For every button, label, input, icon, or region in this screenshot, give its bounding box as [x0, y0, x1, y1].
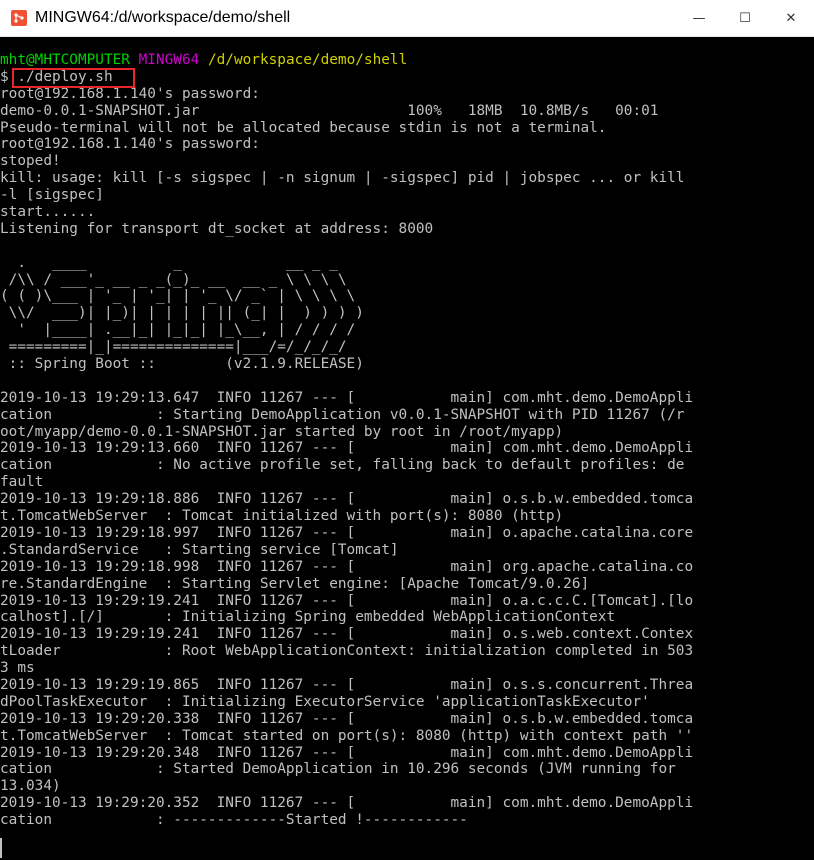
terminal-line: re.StandardEngine : Starting Servlet eng… — [0, 575, 590, 592]
terminal-line: \\/ ___)| |_)| | | | | || (_| | ) ) ) ) — [0, 305, 364, 322]
terminal-line: =========|_|==============|___/=/_/_/_/ — [0, 339, 347, 356]
terminal-line: Pseudo-terminal will not be allocated be… — [0, 119, 607, 136]
terminal-line: tLoader : Root WebApplicationContext: in… — [0, 643, 694, 660]
terminal-line: .StandardService : Starting service [Tom… — [0, 541, 399, 558]
terminal-line: dPoolTaskExecutor : Initializing Executo… — [0, 693, 650, 710]
terminal-line: 2019-10-13 19:29:18.997 INFO 11267 --- [… — [0, 524, 694, 541]
terminal-line: 2019-10-13 19:29:19.241 INFO 11267 --- [… — [0, 626, 694, 643]
terminal-line: -l [sigspec] — [0, 187, 104, 204]
terminal-line: t.TomcatWebServer : Tomcat started on po… — [0, 727, 694, 744]
terminal-line: 2019-10-13 19:29:13.660 INFO 11267 --- [… — [0, 440, 694, 457]
terminal-line: 2019-10-13 19:29:18.998 INFO 11267 --- [… — [0, 558, 694, 575]
terminal-line: demo-0.0.1-SNAPSHOT.jar 100% 18MB 10.8MB… — [0, 102, 659, 119]
terminal-line: 3 ms — [0, 660, 35, 677]
terminal-line: start...... — [0, 204, 96, 221]
terminal-line: . ____ _ __ _ _ — [0, 254, 338, 271]
window-controls: — ☐ ✕ — [676, 0, 814, 36]
terminal-window: MINGW64:/d/workspace/demo/shell — ☐ ✕ mh… — [0, 0, 814, 860]
terminal-line: root@192.168.1.140's password: — [0, 136, 260, 153]
terminal-line: 2019-10-13 19:29:18.886 INFO 11267 --- [… — [0, 491, 694, 508]
terminal-line: cation : -------------Started !---------… — [0, 812, 468, 829]
terminal-line: ' |____| .__|_| |_|_| |_\__, | / / / / — [0, 322, 356, 339]
terminal-line: cation : Started DemoApplication in 10.2… — [0, 761, 676, 778]
scrollbar[interactable] — [800, 37, 814, 860]
terminal-line: cation : Starting DemoApplication v0.0.1… — [0, 406, 685, 423]
git-bash-icon — [11, 10, 27, 26]
terminal-line: oot/myapp/demo-0.0.1-SNAPSHOT.jar starte… — [0, 423, 564, 440]
terminal-line: root@192.168.1.140's password: — [0, 85, 260, 102]
prompt-user-host: mht@MHTCOMPUTER — [0, 52, 130, 68]
window-title: MINGW64:/d/workspace/demo/shell — [35, 9, 291, 26]
terminal-line: ( ( )\___ | '_ | '_| | '_ \/ _` | \ \ \ … — [0, 288, 356, 305]
terminal-line: fault — [0, 474, 44, 491]
terminal-line: 13.034) — [0, 778, 61, 795]
terminal-line: 2019-10-13 19:29:19.865 INFO 11267 --- [… — [0, 676, 694, 693]
terminal-line: /\\ / ___'_ __ _ _(_)_ __ __ _ \ \ \ \ — [0, 271, 347, 288]
terminal-output[interactable]: mht@MHTCOMPUTER MINGW64 /d/workspace/dem… — [0, 52, 814, 860]
terminal-lines: $ ./deploy.sh root@192.168.1.140's passwo… — [0, 69, 814, 829]
terminal-line: $ ./deploy.sh — [0, 68, 113, 85]
prompt-shell: MINGW64 — [138, 52, 200, 68]
terminal-line: 2019-10-13 19:29:20.338 INFO 11267 --- [… — [0, 710, 694, 727]
terminal-line: 2019-10-13 19:29:20.352 INFO 11267 --- [… — [0, 795, 694, 812]
minimize-button[interactable]: — — [676, 0, 722, 36]
terminal-line: :: Spring Boot :: (v2.1.9.RELEASE) — [0, 356, 364, 373]
terminal-line: cation : No active profile set, falling … — [0, 457, 685, 474]
maximize-button[interactable]: ☐ — [722, 0, 768, 36]
terminal-line: t.TomcatWebServer : Tomcat initialized w… — [0, 508, 564, 525]
terminal-line: calhost].[/] : Initializing Spring embed… — [0, 609, 616, 626]
terminal-line: stoped! — [0, 153, 61, 170]
prompt-path: /d/workspace/demo/shell — [207, 52, 408, 68]
terminal-line: kill: usage: kill [-s sigspec | -n signu… — [0, 170, 685, 187]
terminal-line: Listening for transport dt_socket at add… — [0, 220, 434, 237]
close-button[interactable]: ✕ — [768, 0, 814, 36]
terminal-line: 2019-10-13 19:29:19.241 INFO 11267 --- [… — [0, 592, 694, 609]
terminal-line: 2019-10-13 19:29:20.348 INFO 11267 --- [… — [0, 744, 694, 761]
title-bar[interactable]: MINGW64:/d/workspace/demo/shell — ☐ ✕ — [0, 0, 814, 37]
prompt-line: mht@MHTCOMPUTER MINGW64 /d/workspace/dem… — [0, 52, 814, 69]
terminal-line: 2019-10-13 19:29:13.647 INFO 11267 --- [… — [0, 389, 694, 406]
text-cursor — [0, 838, 2, 858]
